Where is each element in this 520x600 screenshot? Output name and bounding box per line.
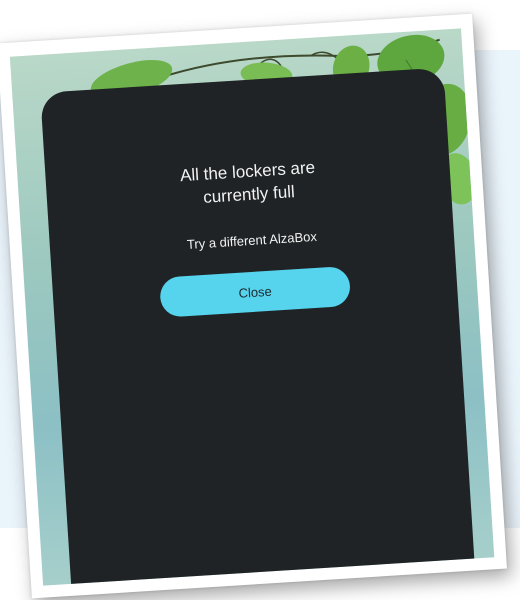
locker-dialog: All the lockers are currently full Try a… [40,67,477,586]
dialog-title: All the lockers are currently full [179,157,316,207]
dialog-content: All the lockers are currently full Try a… [45,147,458,324]
photo-background: All the lockers are currently full Try a… [9,28,495,586]
screenshot-stage: All the lockers are currently full Try a… [0,0,520,600]
close-button[interactable]: Close [159,265,352,318]
dialog-message: Try a different AlzaBox [186,228,318,252]
photo-frame: All the lockers are currently full Try a… [0,13,507,599]
